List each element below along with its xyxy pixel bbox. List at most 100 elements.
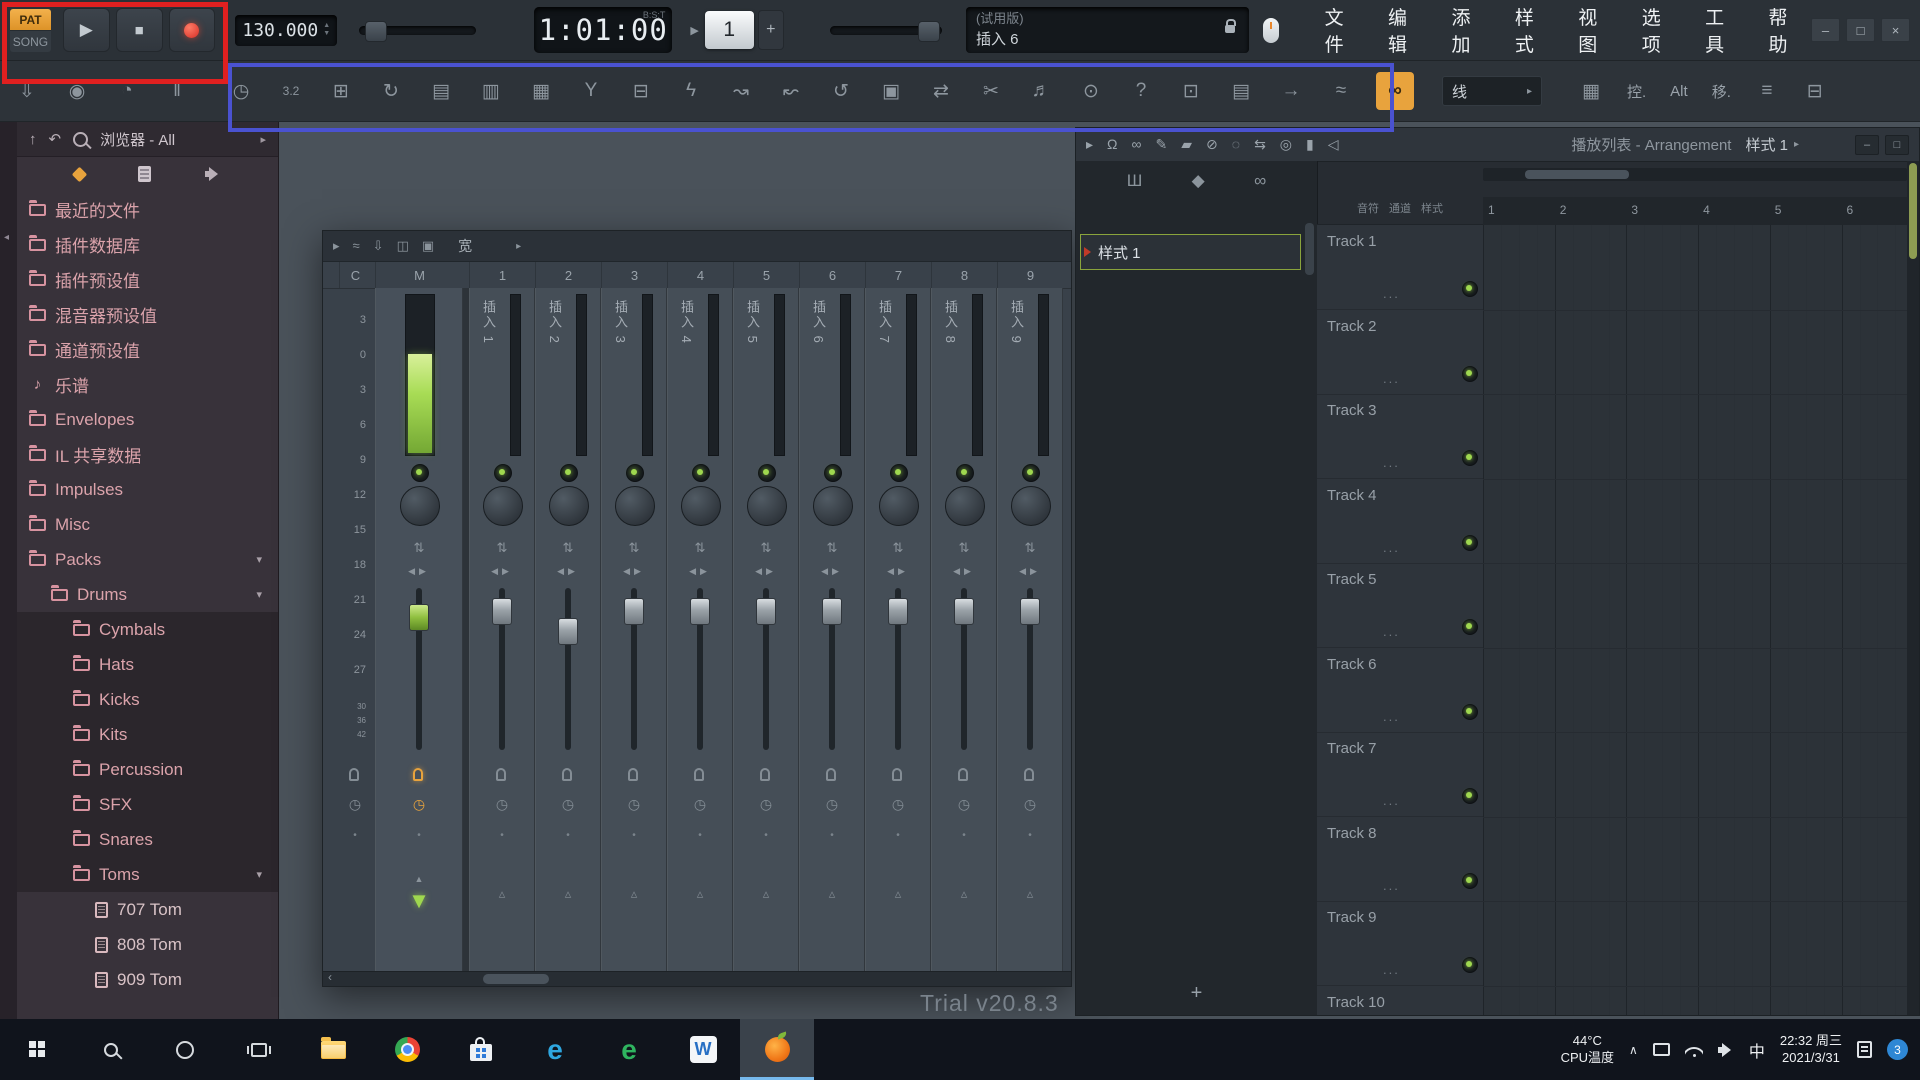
slot-clock-icon[interactable]: ◷ (496, 796, 508, 813)
plugin-picker-icon[interactable]: ϟ (672, 72, 710, 110)
channel-enable-led[interactable] (411, 464, 429, 482)
volume-fader[interactable] (409, 588, 429, 750)
channel-enable-led[interactable] (1022, 464, 1040, 482)
volume-fader[interactable] (492, 588, 512, 750)
track-enable-led[interactable] (1462, 450, 1478, 466)
main-pitch-knob-icon[interactable]: ◔ (108, 72, 146, 110)
browser-item-909-tom[interactable]: 909 Tom (17, 962, 278, 997)
browser-search-icon[interactable] (73, 131, 89, 147)
tools-menu-icon[interactable]: ≡ (1748, 72, 1786, 110)
split-channels-icon[interactable]: Y (572, 72, 610, 110)
cpu-temp-widget[interactable]: 44°C CPU温度 (1561, 1033, 1614, 1067)
pattern-selector[interactable]: 1 (704, 11, 754, 49)
playlist-titlebar[interactable]: ▸ Ω ∞ ✎ ▰ ⊘ ◌ ⇆ ◎ ▮ ◁ 播放列表 - Arrangement 样式 1 ▸ – … (1076, 128, 1919, 162)
pattern-arrow-icon[interactable]: ▶ (690, 24, 698, 37)
channel-pan-knob[interactable] (615, 486, 655, 526)
channel-pan-knob[interactable] (1011, 486, 1051, 526)
minimize-button[interactable]: – (1811, 18, 1840, 42)
mixer-header-channel-7[interactable]: 7 (865, 262, 931, 288)
volume-fader[interactable] (624, 588, 644, 750)
playlist-track-3[interactable]: Track 3... (1317, 394, 1483, 479)
project-files-icon[interactable]: ⊟ (1796, 72, 1834, 110)
mixer-strip-9[interactable]: 插入 9 ⇅ ◀▶ ◷ • ▵ (997, 288, 1063, 972)
channel-pan-knob[interactable] (549, 486, 589, 526)
track-enable-led[interactable] (1462, 872, 1478, 889)
save-project-icon[interactable]: ⇩ (8, 72, 46, 110)
pencil-icon[interactable]: ✎ (1155, 136, 1167, 153)
mixer-strip-5[interactable]: 插入 5 ⇅ ◀▶ ◷ • ▵ (733, 288, 799, 972)
preview-speaker-icon[interactable]: ◁ (1328, 136, 1339, 153)
playlist-pattern-label[interactable]: 样式 1 (1745, 134, 1788, 155)
mixer-strip-6[interactable]: 插入 6 ⇅ ◀▶ ◷ • ▵ (799, 288, 865, 972)
track-options-button[interactable]: ... (1383, 793, 1400, 808)
channel-enable-led[interactable] (692, 464, 710, 482)
mixer-strip-1[interactable]: 插入 1 ⇅ ◀▶ ◷ • ▵ (469, 288, 535, 972)
track-options-button[interactable]: ... (1383, 455, 1400, 470)
menu-view[interactable]: 视图 (1578, 3, 1614, 57)
channel-enable-led[interactable] (890, 464, 908, 482)
channel-pan-knob[interactable] (813, 486, 853, 526)
track-enable-led[interactable] (1462, 957, 1478, 973)
tempo-display[interactable]: 130.000 ▲ ▼ (235, 14, 338, 46)
mixer-strip-4[interactable]: 插入 4 ⇅ ◀▶ ◷ • ▵ (667, 288, 733, 972)
browser-item-plugin-database[interactable]: 插件数据库 (17, 227, 278, 262)
track-enable-led[interactable] (1462, 281, 1478, 297)
save-icon[interactable]: ▣ (872, 72, 910, 110)
picker-audio-icon[interactable]: ◆ (1192, 171, 1205, 191)
notification-badge[interactable]: 3 (1887, 1039, 1908, 1060)
slip-icon[interactable]: ⇆ (1254, 136, 1266, 153)
menu-options[interactable]: 选项 (1642, 3, 1678, 57)
typing-keyboard-piano-icon[interactable]: ▦ (1572, 72, 1610, 110)
browser-item-packs[interactable]: Packs ▾ (17, 542, 278, 577)
zoom-icon[interactable]: ◎ (1280, 136, 1292, 153)
expand-caret-icon[interactable]: ▾ (256, 553, 262, 566)
slot-clock-icon[interactable]: ◷ (562, 796, 574, 813)
browser-item-il-shared-data[interactable]: IL 共享数据 (17, 437, 278, 472)
scroll-left-icon[interactable]: ‹ (328, 970, 332, 984)
scrollbar-handle[interactable] (1525, 170, 1629, 179)
channel-enable-led[interactable] (494, 464, 512, 482)
precount-icon[interactable]: 3.2 (272, 72, 310, 110)
piano-roll-icon[interactable]: ▤ (1222, 72, 1260, 110)
add-pattern-button[interactable]: + (757, 10, 784, 50)
browser-item-sfx[interactable]: SFX (17, 787, 278, 822)
line-tool-selector[interactable]: 线 ▸ (1442, 76, 1542, 106)
mixer-view-icon[interactable]: ≈ (353, 238, 360, 254)
play-button[interactable]: ▶ (62, 8, 110, 52)
volume-fader[interactable] (756, 588, 776, 750)
browser-item-misc[interactable]: Misc (17, 507, 278, 542)
tray-overflow-icon[interactable]: ∧ (1629, 1043, 1638, 1057)
fader-handle[interactable] (1020, 598, 1040, 625)
mute-icon[interactable]: ◌ (1232, 136, 1240, 153)
channel-pan-knob[interactable] (483, 486, 523, 526)
menu-help[interactable]: 帮助 (1769, 3, 1805, 57)
browser-item-toms[interactable]: Toms ▾ (17, 857, 278, 892)
track-options-button[interactable]: ... (1383, 878, 1400, 893)
browser-item-recent-files[interactable]: 最近的文件 (17, 192, 278, 227)
pat-mode-button[interactable]: PAT (10, 8, 51, 30)
mixer-header-channel-4[interactable]: 4 (667, 262, 733, 288)
slot-lamp-icon[interactable] (1024, 768, 1034, 781)
slot-lamp-icon[interactable] (628, 768, 638, 781)
track-enable-led[interactable] (1462, 534, 1478, 551)
mixer-strip-2[interactable]: 插入 2 ⇅ ◀▶ ◷ • ▵ (535, 288, 601, 972)
content-file-icon[interactable] (138, 166, 152, 182)
slot-clock-icon[interactable]: ◷ (628, 796, 640, 813)
menu-file[interactable]: 文件 (1325, 3, 1361, 57)
close-button[interactable]: × (1881, 18, 1910, 42)
browser-item-plugin-presets[interactable]: 插件预设值 (17, 262, 278, 297)
picker-automation-icon[interactable]: ∞ (1254, 171, 1266, 191)
fl-studio-taskbar-icon[interactable] (740, 1019, 814, 1080)
playlist-track-4[interactable]: Track 4... (1317, 479, 1483, 564)
slot-clock-icon[interactable]: ◷ (349, 796, 361, 813)
slot-lamp-icon[interactable] (694, 768, 704, 781)
time-display[interactable]: B:S:T 1:01:00 (534, 7, 673, 53)
channel-pan-knob[interactable] (681, 486, 721, 526)
slot-lamp-icon[interactable] (413, 768, 423, 781)
mixer-header-channel-3[interactable]: 3 (601, 262, 667, 288)
fader-handle[interactable] (558, 618, 578, 645)
playlist-track-5[interactable]: Track 5... (1317, 563, 1483, 648)
playlist-track-9[interactable]: Track 9... (1317, 901, 1483, 986)
smart-find-icon[interactable] (71, 166, 88, 182)
slot-lamp-icon[interactable] (760, 768, 770, 781)
